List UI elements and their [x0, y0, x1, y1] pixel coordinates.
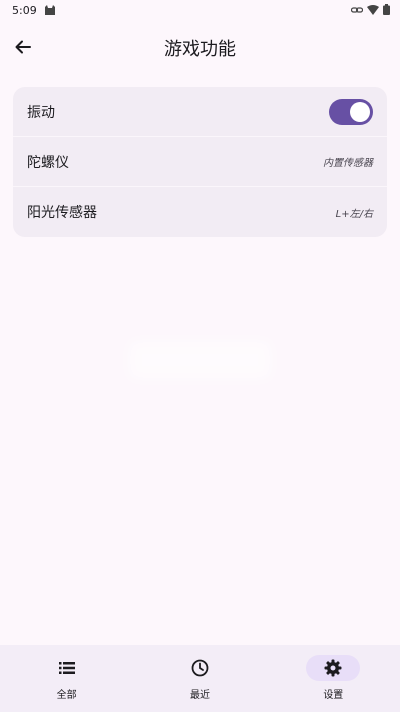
- list-icon: [58, 662, 75, 674]
- setting-value: L+左/右: [335, 208, 373, 220]
- wifi-icon: [367, 4, 379, 15]
- battery-icon: [383, 4, 390, 15]
- setting-label: 陀螺仪: [27, 154, 69, 171]
- top-app-bar: 游戏功能: [0, 22, 400, 72]
- blurred-watermark: [128, 340, 272, 380]
- setting-label: 阳光传感器: [27, 205, 97, 221]
- setting-vibration[interactable]: 振动: [13, 87, 387, 137]
- nav-icon-container: [306, 655, 361, 681]
- toggle-knob: [350, 101, 370, 122]
- link-icon: [351, 6, 363, 13]
- nav-label: 最近: [189, 690, 210, 701]
- gear-icon: [324, 659, 342, 677]
- bottom-navigation: 全部 最近 设置: [0, 645, 400, 712]
- vibration-toggle[interactable]: [329, 98, 373, 125]
- setting-sun-sensor[interactable]: 阳光传感器 L+左/右: [13, 187, 387, 237]
- clock-icon: [191, 659, 209, 677]
- status-icons: [351, 4, 390, 15]
- nav-label: 全部: [56, 690, 77, 701]
- setting-value: 内置传感器: [323, 158, 373, 169]
- nav-item-recent[interactable]: 最近: [133, 645, 266, 712]
- nav-item-all[interactable]: 全部: [0, 645, 133, 712]
- status-bar: 5:09: [0, 0, 400, 22]
- status-time: 5:09: [12, 4, 37, 17]
- nav-icon-container: [173, 655, 227, 681]
- page-title: 游戏功能: [164, 39, 236, 60]
- nav-icon-container: [40, 655, 94, 681]
- nav-label: 设置: [323, 690, 344, 701]
- setting-label: 振动: [27, 104, 55, 121]
- setting-gyroscope[interactable]: 陀螺仪 内置传感器: [13, 137, 387, 187]
- nav-item-settings[interactable]: 设置: [267, 645, 400, 712]
- cat-app-icon: [45, 5, 55, 15]
- settings-card: 振动 陀螺仪 内置传感器 阳光传感器 L+左/右: [13, 87, 387, 237]
